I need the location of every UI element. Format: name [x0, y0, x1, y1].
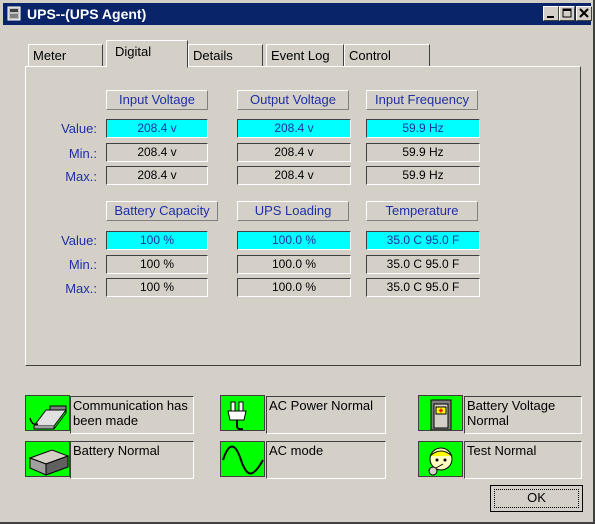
minimize-icon: [547, 16, 554, 18]
input-frequency-value: 59.9 Hz: [366, 119, 480, 138]
ups-loading-value: 100.0 %: [237, 231, 351, 250]
test-icon: [418, 441, 463, 477]
battery-capacity-value: 100 %: [106, 231, 208, 250]
close-icon: [579, 8, 589, 18]
communication-status: Communication has been made: [70, 396, 194, 434]
battery-icon: [25, 441, 70, 477]
ups-loading-min: 100.0 %: [237, 255, 351, 274]
output-voltage-min: 208.4 v: [237, 143, 351, 162]
output-voltage-value: 208.4 v: [237, 119, 351, 138]
ac-power-status: AC Power Normal: [266, 396, 386, 434]
ups-window: UPS--(UPS Agent) Meter Digital Details E…: [0, 0, 595, 524]
row-label-value: Value:: [61, 121, 97, 136]
row-label-max: Max.:: [65, 169, 97, 184]
output-voltage-max: 208.4 v: [237, 166, 351, 185]
battery-capacity-max: 100 %: [106, 278, 208, 297]
tab-meter[interactable]: Meter: [28, 44, 103, 67]
input-voltage-value: 208.4 v: [106, 119, 208, 138]
tab-details[interactable]: Details: [188, 44, 263, 67]
ups-loading-max: 100.0 %: [237, 278, 351, 297]
header-input-frequency: Input Frequency: [366, 90, 478, 110]
battery-voltage-icon: [418, 395, 463, 431]
row-label-min: Min.:: [68, 257, 97, 272]
ac-plug-icon: [220, 395, 265, 431]
tab-control[interactable]: Control: [344, 44, 430, 67]
row-label-value: Value:: [61, 233, 97, 248]
temperature-value: 35.0 C 95.0 F: [366, 231, 480, 250]
header-temperature: Temperature: [366, 201, 478, 221]
ok-button[interactable]: OK: [490, 485, 583, 512]
input-voltage-max: 208.4 v: [106, 166, 208, 185]
header-output-voltage: Output Voltage: [237, 90, 349, 110]
header-input-voltage: Input Voltage: [106, 90, 208, 110]
battery-voltage-status: Battery Voltage Normal: [464, 396, 582, 434]
minimize-button[interactable]: [543, 6, 559, 21]
communication-icon: [25, 395, 70, 431]
sine-wave-icon: [220, 441, 265, 477]
input-frequency-max: 59.9 Hz: [366, 166, 480, 185]
app-icon: [7, 6, 21, 21]
temperature-max: 35.0 C 95.0 F: [366, 278, 480, 297]
window-title: UPS--(UPS Agent): [27, 6, 147, 22]
battery-capacity-min: 100 %: [106, 255, 208, 274]
test-status: Test Normal: [464, 441, 582, 479]
title-bar[interactable]: UPS--(UPS Agent): [3, 3, 592, 25]
input-voltage-min: 208.4 v: [106, 143, 208, 162]
temperature-min: 35.0 C 95.0 F: [366, 255, 480, 274]
row-label-min: Min.:: [68, 146, 97, 161]
header-ups-loading: UPS Loading: [237, 201, 349, 221]
close-button[interactable]: [576, 6, 592, 21]
maximize-icon: [562, 8, 572, 18]
battery-status: Battery Normal: [70, 441, 194, 479]
ac-mode-status: AC mode: [266, 441, 386, 479]
header-battery-capacity: Battery Capacity: [106, 201, 218, 221]
ok-button-label: OK: [527, 490, 546, 505]
tab-event-log[interactable]: Event Log: [266, 44, 344, 67]
row-label-max: Max.:: [65, 281, 97, 296]
input-frequency-min: 59.9 Hz: [366, 143, 480, 162]
maximize-button[interactable]: [559, 6, 575, 21]
tab-digital[interactable]: Digital: [106, 40, 188, 68]
